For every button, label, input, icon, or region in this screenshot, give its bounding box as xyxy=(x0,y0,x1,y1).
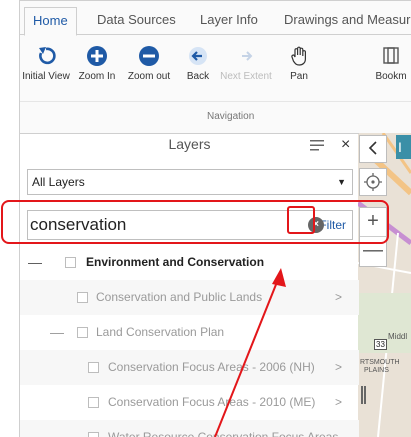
annotation-arrow xyxy=(214,268,286,437)
